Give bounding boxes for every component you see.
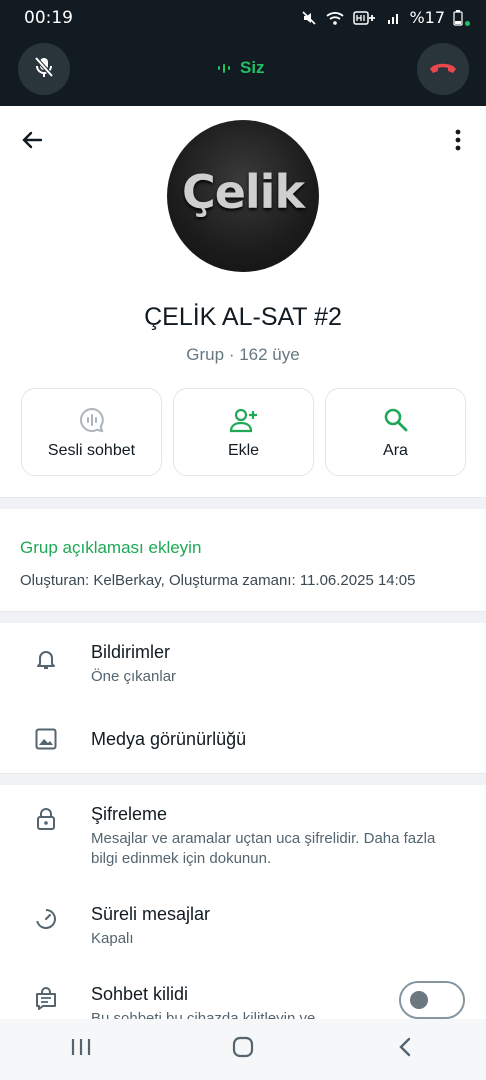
privacy-dot — [465, 21, 470, 26]
back-nav-button[interactable] — [375, 1030, 435, 1070]
call-top-bar: 00:19 %17 Siz — [0, 0, 486, 106]
section-divider — [0, 773, 486, 785]
group-title: ÇELİK AL-SAT #2 — [144, 303, 342, 331]
recent-apps-icon — [70, 1037, 92, 1062]
bell-icon — [33, 646, 59, 672]
toggle-knob — [410, 991, 428, 1009]
home-button[interactable] — [213, 1030, 273, 1070]
voice-chat-label: Sesli sohbet — [47, 442, 136, 459]
notifications-subtitle: Öne çıkanlar — [91, 668, 177, 685]
voice-chat-button[interactable]: Sesli sohbet — [21, 388, 162, 476]
chat-lock-icon — [33, 986, 59, 1012]
hd-voice-icon — [353, 10, 379, 25]
battery-icon — [453, 9, 463, 26]
wifi-icon — [325, 10, 345, 26]
signal-icon — [387, 11, 401, 25]
group-avatar[interactable]: Çelik — [167, 120, 319, 272]
add-person-icon — [229, 404, 259, 436]
section-divider — [0, 611, 486, 623]
chevron-left-icon — [398, 1036, 412, 1063]
mic-off-icon — [31, 54, 57, 85]
end-call-button[interactable] — [417, 43, 469, 95]
back-button[interactable] — [16, 126, 48, 158]
created-by-text: Oluşturan: KelBerkay, Oluşturma zamanı: … — [20, 572, 416, 589]
voice-chat-icon — [78, 404, 106, 436]
mute-icon — [301, 10, 317, 26]
hangup-icon — [428, 59, 458, 80]
encryption-subtitle: Mesajlar ve aramalar uçtan uca şifrelidi… — [91, 830, 436, 867]
media-visibility-title[interactable]: Medya görünürlüğü — [91, 729, 246, 750]
notifications-title[interactable]: Bildirimler — [91, 642, 170, 663]
more-vertical-icon — [455, 129, 461, 156]
status-icons: %17 — [301, 8, 470, 27]
add-member-button[interactable]: Ekle — [173, 388, 314, 476]
home-icon — [232, 1036, 254, 1063]
section-divider — [0, 497, 486, 509]
recent-apps-button[interactable] — [51, 1030, 111, 1070]
image-icon — [33, 726, 59, 752]
chat-lock-title[interactable]: Sohbet kilidi — [91, 984, 188, 1005]
search-button[interactable]: Ara — [325, 388, 466, 476]
chat-lock-toggle[interactable] — [399, 981, 465, 1019]
disappearing-messages-subtitle: Kapalı — [91, 930, 134, 947]
add-description-link[interactable]: Grup açıklaması ekleyin — [20, 538, 201, 558]
disappearing-messages-title[interactable]: Süreli mesajlar — [91, 904, 210, 925]
lock-icon — [33, 806, 59, 832]
battery-percent: %17 — [409, 8, 445, 27]
more-options-button[interactable] — [444, 126, 472, 158]
group-subtitle: Grup · 162 üye — [186, 345, 300, 364]
system-nav-bar — [0, 1019, 486, 1080]
status-time: 00:19 — [24, 8, 73, 28]
speaker-label: Siz — [240, 58, 265, 77]
avatar-logo-text: Çelik — [181, 165, 305, 219]
arrow-left-icon — [20, 128, 44, 157]
search-label: Ara — [383, 442, 408, 459]
audio-level-icon — [218, 63, 230, 73]
timer-icon — [33, 906, 59, 932]
search-icon — [383, 404, 409, 436]
active-speaker: Siz — [218, 58, 265, 78]
encryption-title[interactable]: Şifreleme — [91, 804, 167, 825]
mute-mic-button[interactable] — [18, 43, 70, 95]
add-member-label: Ekle — [227, 442, 260, 459]
